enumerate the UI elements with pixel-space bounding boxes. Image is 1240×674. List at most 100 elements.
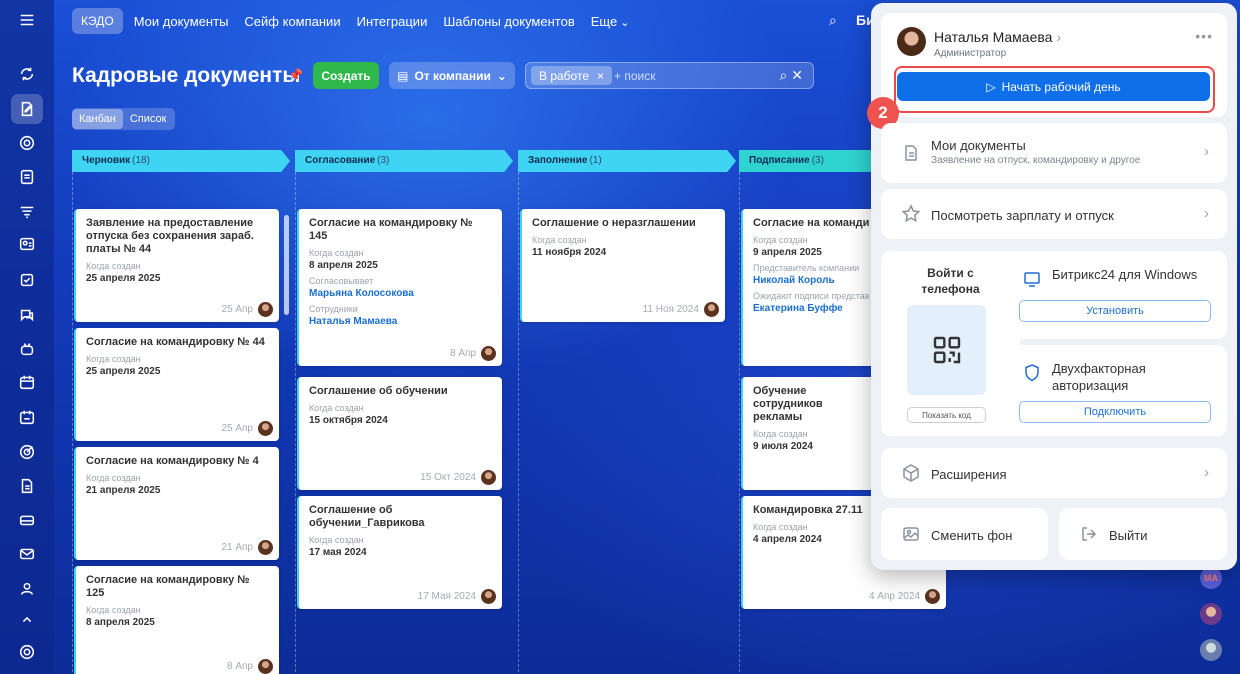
my-documents-row[interactable]: Мои документы Заявление на отпуск, коман… (881, 123, 1227, 183)
card-date: 21 Апр (221, 542, 253, 553)
chevron-right-icon: › (1204, 205, 1209, 222)
chip-close-icon[interactable]: × (597, 69, 604, 83)
filter-search-box[interactable]: В работе × + поиск ⌕ ✕ (525, 62, 814, 89)
column-header[interactable]: Заполнение (1) (518, 150, 736, 172)
sync-icon[interactable] (15, 62, 39, 86)
avatar[interactable]: МА (1200, 567, 1222, 589)
card-title: Согласие на командировку № 125 (86, 574, 250, 599)
search-input[interactable]: + поиск (614, 69, 655, 83)
card-field-value: 15 октября 2024 (309, 415, 388, 426)
notes-icon[interactable] (15, 165, 39, 189)
avatar[interactable] (1200, 603, 1222, 625)
filter-chip[interactable]: В работе × (531, 66, 613, 85)
tasks-icon[interactable] (15, 268, 39, 292)
kanban-card[interactable]: Соглашение об обучении_Гаврикова Когда с… (297, 496, 502, 609)
row-title: Войти с телефона (921, 266, 980, 296)
avatar[interactable] (258, 659, 273, 674)
avatar[interactable] (925, 589, 940, 604)
drive-icon[interactable] (15, 508, 39, 532)
kanban-card[interactable]: Соглашение об обучении Когда создан 15 о… (297, 377, 502, 490)
column-count: (1) (589, 155, 602, 166)
mail-icon[interactable] (15, 542, 39, 566)
phone-login-card[interactable]: Войти с телефона Показать код (881, 251, 1020, 436)
file-icon[interactable] (15, 474, 39, 498)
tab-list[interactable]: Список (123, 109, 174, 129)
card-user-link[interactable]: Марьяна Колосокова (309, 288, 492, 299)
bot-icon[interactable] (15, 337, 39, 361)
star-icon (901, 204, 921, 224)
nav-more[interactable]: Еще (591, 14, 630, 29)
row-title: Битрикс24 для Windows (1052, 267, 1198, 282)
nav-company-safe[interactable]: Сейф компании (244, 14, 340, 29)
filter-icon[interactable] (15, 200, 39, 224)
from-company-button[interactable]: ▤ От компании ⌄ (389, 62, 515, 89)
from-company-label: От компании (414, 68, 491, 83)
more-dots-icon[interactable]: ••• (1195, 28, 1213, 44)
settings-gear-icon[interactable] (15, 640, 39, 664)
play-icon: ▷ (986, 79, 996, 94)
shield-icon (1022, 363, 1042, 383)
create-button[interactable]: Создать (313, 62, 379, 89)
card-field-label: Согласовывает (309, 276, 374, 286)
nav-integrations[interactable]: Интеграции (357, 14, 428, 29)
start-workday-button[interactable]: ▷ Начать рабочий день (897, 72, 1210, 101)
user-name[interactable]: Наталья Мамаева (934, 29, 1061, 45)
avatar[interactable] (258, 421, 273, 436)
avatar[interactable] (897, 27, 926, 56)
search-icon[interactable]: ⌕ (829, 12, 837, 29)
avatar[interactable] (481, 346, 496, 361)
column-divider (295, 172, 296, 672)
avatar[interactable] (258, 540, 273, 555)
kanban-card[interactable]: Соглашение о неразглашении Когда создан … (520, 209, 725, 322)
menu-icon[interactable] (15, 8, 39, 32)
schedule-icon[interactable] (15, 405, 39, 429)
view-toggle: Канбан Список (72, 108, 175, 130)
column-scrollbar[interactable] (284, 215, 289, 315)
more-icon[interactable] (15, 606, 39, 630)
pin-icon[interactable]: 📌 (288, 68, 303, 82)
kanban-column: Согласование (3) Согласие на командировку… (295, 150, 513, 672)
contacts-icon[interactable] (15, 232, 39, 256)
users-icon[interactable] (15, 577, 39, 601)
avatar[interactable] (1200, 639, 1222, 661)
column-header[interactable]: Черновик (18) (72, 150, 290, 172)
kanban-column: Черновик (18) Заявление на предоставление… (72, 150, 290, 674)
extensions-row[interactable]: Расширения › (881, 448, 1227, 498)
two-factor-card: Двухфакторная авторизация Подключить (1002, 345, 1227, 436)
kanban-card[interactable]: Согласие на командировку № 145 Когда соз… (297, 209, 502, 366)
column-divider (72, 172, 73, 672)
connect-button[interactable]: Подключить (1019, 401, 1211, 423)
avatar[interactable] (481, 589, 496, 604)
avatar[interactable] (258, 302, 273, 317)
chat-icon[interactable] (15, 303, 39, 327)
kanban-column: Заполнение (1) Соглашение о неразглашении… (518, 150, 736, 672)
avatar[interactable] (481, 470, 496, 485)
card-date: 15 Окт 2024 (420, 472, 476, 483)
module-logo[interactable]: КЭДО (72, 8, 123, 34)
kanban-card[interactable]: Согласие на командировку № 4 Когда созда… (74, 447, 279, 560)
search-clear-icons[interactable]: ⌕ ✕ (780, 67, 803, 84)
card-user-link[interactable]: Наталья Мамаева (309, 316, 492, 327)
card-title: Согласие на командировку № 44 (86, 336, 265, 348)
target-icon[interactable] (15, 440, 39, 464)
show-code-button[interactable]: Показать код (907, 407, 986, 423)
document-edit-icon[interactable] (11, 94, 43, 124)
card-field-label: Когда создан (532, 235, 587, 245)
kanban-card[interactable]: Согласие на командировку № 125 Когда соз… (74, 566, 279, 674)
tab-kanban[interactable]: Канбан (72, 109, 123, 129)
kanban-card[interactable]: Заявление на предоставление отпуска без … (74, 209, 279, 322)
logout-button[interactable]: Выйти (1059, 508, 1227, 560)
avatar[interactable] (704, 302, 719, 317)
calendar-icon[interactable] (15, 370, 39, 394)
nav-my-documents[interactable]: Мои документы (134, 14, 229, 29)
column-title: Черновик (82, 155, 131, 166)
support-icon[interactable] (15, 131, 39, 155)
kanban-card[interactable]: Согласие на командировку № 44 Когда созд… (74, 328, 279, 441)
column-header[interactable]: Согласование (3) (295, 150, 513, 172)
install-button[interactable]: Установить (1019, 300, 1211, 322)
card-field-value: 17 мая 2024 (309, 547, 367, 558)
change-background-button[interactable]: Сменить фон (881, 508, 1048, 560)
salary-row[interactable]: Посмотреть зарплату и отпуск › (881, 189, 1227, 239)
card-date: 8 Апр (227, 661, 253, 672)
nav-templates[interactable]: Шаблоны документов (443, 14, 574, 29)
